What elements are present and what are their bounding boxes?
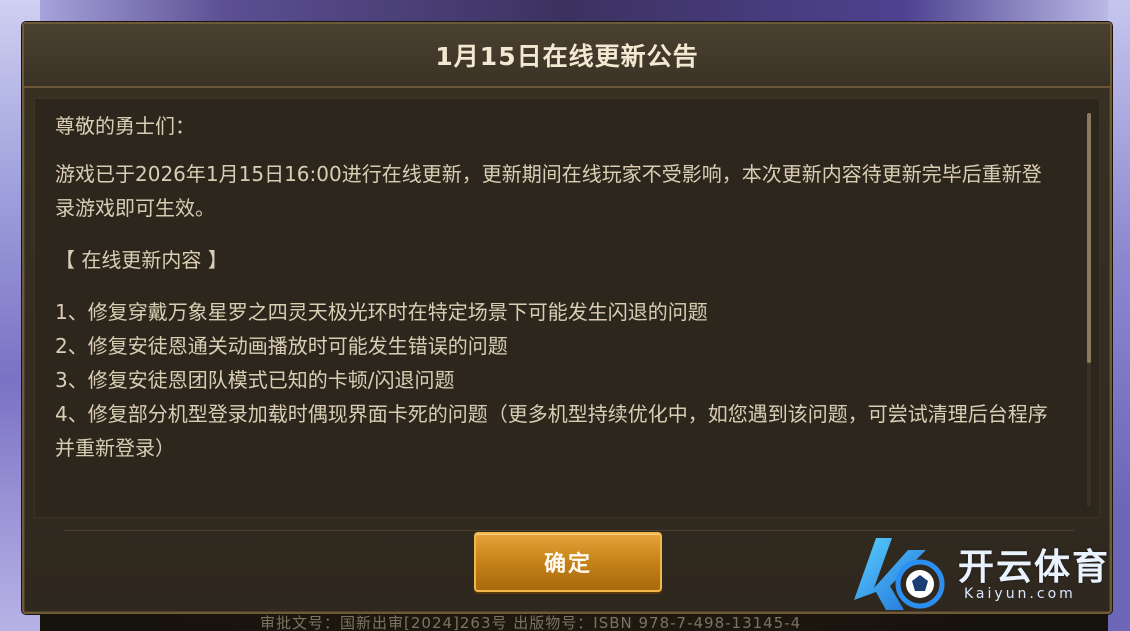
list-item: 2、修复安徒恩通关动画播放时可能发生错误的问题 [55,334,508,358]
announcement-content-panel[interactable]: 尊敬的勇士们： 游戏已于2026年1月15日16:00进行在线更新，更新期间在线… [34,98,1100,518]
section-title: 【 在线更新内容 】 [55,248,228,272]
confirm-button[interactable]: 确定 [474,532,662,592]
update-announcement-dialog: 1月15日在线更新公告 尊敬的勇士们： 游戏已于2026年1月15日16:00进… [22,22,1112,614]
scrollbar[interactable] [1087,113,1091,507]
list-item: 3、修复安徒恩团队模式已知的卡顿/闪退问题 [55,368,455,392]
dialog-title: 1月15日在线更新公告 [435,42,699,71]
watermark: 开云体育 Kaiyun.com [846,528,1116,618]
watermark-brand: 开云体育 [958,547,1111,588]
greeting-text: 尊敬的勇士们： [55,114,195,138]
intro-text: 游戏已于2026年1月15日16:00进行在线更新，更新期间在线玩家不受影响，本… [55,162,1042,220]
list-item: 4、修复部分机型登录加载时偶现界面卡死的问题（更多机型持续优化中，如您遇到该问题… [55,402,1048,460]
kaiyun-logo-icon [854,538,945,610]
scrollbar-thumb[interactable] [1087,113,1091,363]
dialog-header: 1月15日在线更新公告 [24,24,1110,88]
announcement-text: 尊敬的勇士们： 游戏已于2026年1月15日16:00进行在线更新，更新期间在线… [55,109,1055,509]
list-item: 1、修复穿戴万象星罗之四灵天极光环时在特定场景下可能发生闪退的问题 [55,300,708,324]
background-footer-text: 审批文号：国新出审[2024]263号 出版物号：ISBN 978-7-498-… [260,614,802,631]
watermark-domain: Kaiyun.com [964,586,1076,602]
